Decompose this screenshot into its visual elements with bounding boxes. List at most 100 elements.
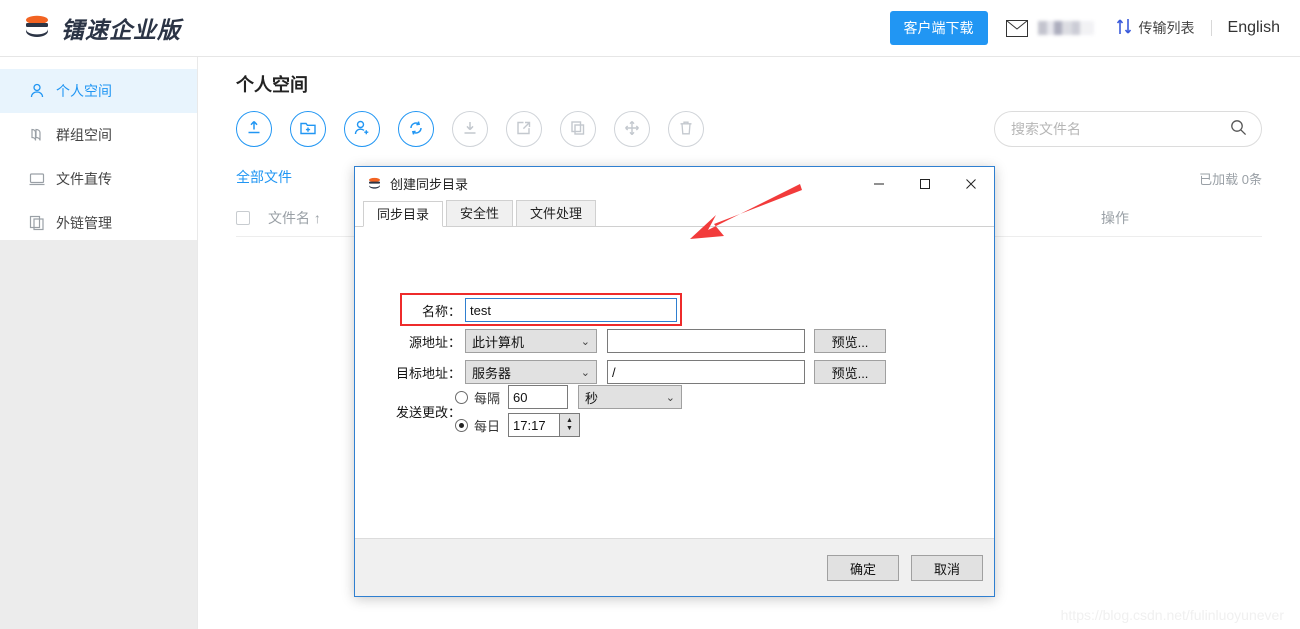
maximize-button[interactable]: [902, 167, 948, 200]
file-toolbar: [236, 111, 722, 147]
tab-file-handling[interactable]: 文件处理: [516, 200, 597, 226]
target-path-input[interactable]: [607, 360, 805, 384]
sidebar-empty-area: [0, 240, 197, 629]
brand-title: 镭速企业版: [61, 17, 181, 43]
interval-radio-label: 每隔: [474, 390, 501, 406]
ok-button[interactable]: 确定: [827, 555, 899, 581]
select-all-checkbox[interactable]: [236, 210, 250, 225]
tab-security[interactable]: 安全性: [446, 200, 514, 226]
client-download-button[interactable]: 客户端下载: [889, 11, 988, 45]
search-icon[interactable]: [1230, 119, 1247, 139]
sidebar-item-label: 外链管理: [56, 215, 112, 231]
search-input[interactable]: [1009, 120, 1230, 138]
daily-time-spinner[interactable]: ▲ ▼: [560, 413, 581, 437]
spinner-down-icon[interactable]: ▼: [566, 425, 573, 433]
cancel-button[interactable]: 取消: [911, 555, 983, 581]
upload-button[interactable]: [236, 111, 272, 147]
dialog-footer: 确定 取消: [355, 538, 994, 596]
sidebar-item-label: 群组空间: [56, 127, 112, 143]
trash-icon: [676, 118, 696, 141]
loaded-count: 已加载 0条: [1199, 172, 1262, 187]
minimize-button[interactable]: [856, 167, 902, 200]
dialog-title: 创建同步目录: [390, 177, 469, 192]
sidebar-item-label: 个人空间: [56, 83, 112, 99]
dialog-tabs: 同步目录 安全性 文件处理: [355, 200, 994, 227]
mail-icon[interactable]: [1005, 19, 1028, 37]
brand: 镭速企业版: [22, 11, 181, 45]
close-button[interactable]: [948, 167, 994, 200]
daily-radio[interactable]: [455, 418, 468, 432]
daily-time-input[interactable]: [508, 413, 561, 437]
sync-button[interactable]: [398, 111, 434, 147]
move-icon: [622, 118, 642, 141]
watermark: https://blog.csdn.net/fulinluoyunever: [1060, 607, 1284, 623]
name-field-row: 名称：: [407, 298, 677, 322]
sidebar-item-link-management[interactable]: 外链管理: [0, 201, 197, 245]
group-icon: [28, 126, 46, 144]
dialog-window-buttons: [856, 167, 994, 200]
download-button: [452, 111, 488, 147]
interval-unit-select[interactable]: 秒 ⌄: [578, 385, 683, 409]
source-address-row: 源地址： 此计算机 ⌄ 预览...: [407, 329, 886, 353]
tab-sync-directory[interactable]: 同步目录: [363, 201, 444, 227]
source-browse-button[interactable]: 预览...: [814, 329, 886, 353]
transfer-arrows-icon: [1116, 17, 1133, 39]
sidebar: 个人空间 群组空间 文件直传 外链管理: [0, 57, 198, 629]
target-select[interactable]: 服务器 ⌄: [465, 360, 597, 384]
share-user-button[interactable]: [344, 111, 380, 147]
raysync-logo-icon: [22, 14, 52, 42]
page-title: 个人空间: [236, 75, 308, 95]
sidebar-item-label: 文件直传: [56, 171, 112, 187]
sidebar-item-group-space[interactable]: 群组空间: [0, 113, 197, 157]
source-select[interactable]: 此计算机 ⌄: [465, 329, 597, 353]
header-divider: [1210, 20, 1212, 36]
copy-icon: [568, 118, 588, 141]
target-browse-button[interactable]: 预览...: [814, 360, 886, 384]
spinner-up-icon[interactable]: ▲: [566, 417, 573, 425]
daily-option-row: 每日 ▲ ▼: [455, 413, 581, 437]
source-path-input[interactable]: [607, 329, 805, 353]
language-switch[interactable]: English: [1228, 19, 1280, 37]
upload-icon: [244, 118, 264, 141]
source-select-value: 此计算机: [472, 334, 525, 350]
folder-plus-icon: [298, 118, 318, 141]
chevron-down-icon: ⌄: [580, 335, 590, 348]
new-folder-button[interactable]: [290, 111, 326, 147]
sync-icon: [406, 118, 426, 141]
chevron-down-icon: ⌄: [580, 366, 590, 379]
user-icon: [28, 82, 46, 100]
chevron-down-icon: ⌄: [665, 391, 676, 404]
user-plus-icon: [352, 118, 372, 141]
name-input[interactable]: [465, 298, 677, 322]
sidebar-item-direct-transfer[interactable]: 文件直传: [0, 157, 197, 201]
column-header-filename[interactable]: 文件名 ↑: [268, 208, 321, 228]
app-header: 镭速企业版 客户端下载 传输列表 English: [0, 0, 1300, 57]
column-header-operation: 操作: [1101, 209, 1129, 226]
transfer-list-button[interactable]: 传输列表: [1110, 17, 1195, 39]
raysync-logo-icon: [367, 177, 382, 191]
breadcrumb[interactable]: 全部文件: [236, 167, 292, 187]
name-label: 名称：: [421, 303, 461, 319]
create-sync-directory-dialog: 创建同步目录 同步目录 安全性 文件处理 名称： 源地址： 此计算机: [354, 166, 995, 597]
interval-radio[interactable]: [455, 390, 468, 404]
daily-radio-label: 每日: [474, 418, 501, 434]
interval-unit-value: 秒: [585, 390, 599, 406]
target-address-row: 目标地址： 服务器 ⌄ 预览...: [389, 360, 886, 384]
search-box[interactable]: [994, 111, 1262, 147]
source-label: 源地址：: [408, 334, 461, 350]
interval-option-row: 每隔 秒 ⌄: [455, 385, 683, 409]
target-select-value: 服务器: [472, 365, 512, 381]
target-label: 目标地址：: [395, 365, 461, 381]
username-masked[interactable]: [1037, 21, 1094, 35]
send-changes-label: 发送更改：: [395, 405, 461, 420]
external-link-button: [506, 111, 542, 147]
sidebar-item-personal-space[interactable]: 个人空间: [0, 69, 197, 113]
interval-value-input[interactable]: [508, 385, 569, 409]
monitor-icon: [28, 170, 46, 188]
delete-button: [668, 111, 704, 147]
download-icon: [460, 118, 480, 141]
link-copy-icon: [28, 214, 46, 232]
header-actions: 客户端下载 传输列表 English: [889, 11, 1280, 45]
dialog-titlebar[interactable]: 创建同步目录: [355, 167, 994, 200]
move-button: [614, 111, 650, 147]
